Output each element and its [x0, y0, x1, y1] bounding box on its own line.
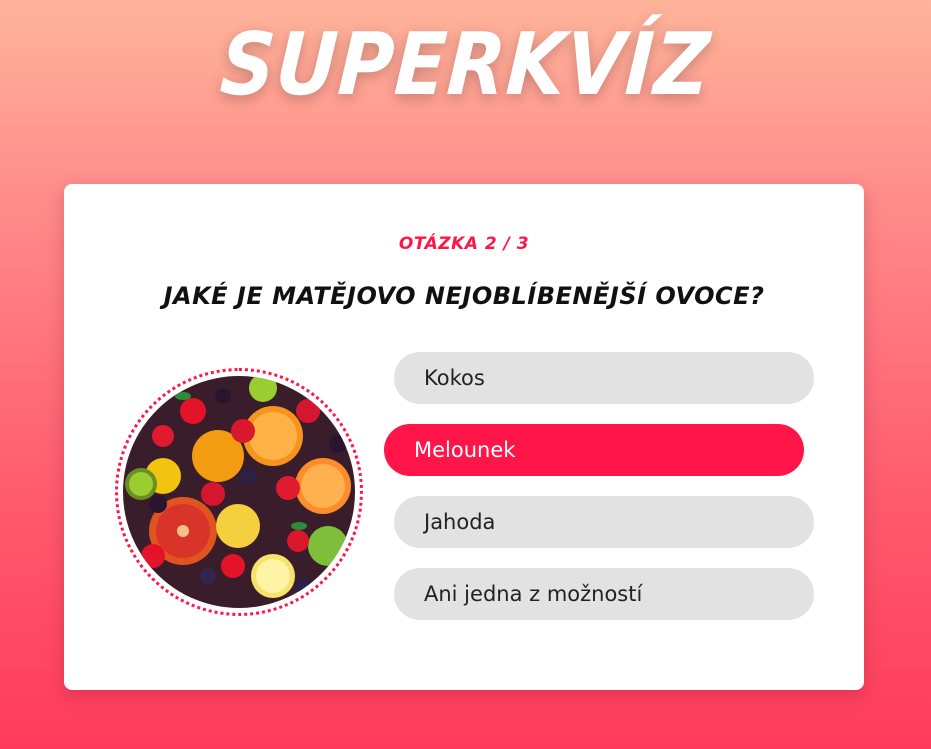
- question-image-frame: [115, 368, 363, 616]
- answer-option-kokos[interactable]: Kokos: [394, 352, 814, 404]
- app-logo: SUPERKVÍZ: [217, 15, 714, 115]
- answer-label: Kokos: [424, 366, 485, 390]
- answer-label: Ani jedna z možností: [424, 582, 643, 606]
- fruit-photo-icon: [123, 376, 355, 608]
- question-title: JAKÉ JE MATĚJOVO NEJOBLÍBENĚJŠÍ OVOCE?: [163, 282, 765, 310]
- answer-option-none[interactable]: Ani jedna z možností: [394, 568, 814, 620]
- answer-label: Melounek: [414, 438, 516, 462]
- quiz-card: OTÁZKA 2 / 3 JAKÉ JE MATĚJOVO NEJOBLÍBEN…: [64, 184, 864, 690]
- question-counter: OTÁZKA 2 / 3: [398, 234, 530, 254]
- answer-option-jahoda[interactable]: Jahoda: [394, 496, 814, 548]
- answer-option-melounek[interactable]: Melounek: [384, 424, 804, 476]
- answer-label: Jahoda: [424, 510, 496, 534]
